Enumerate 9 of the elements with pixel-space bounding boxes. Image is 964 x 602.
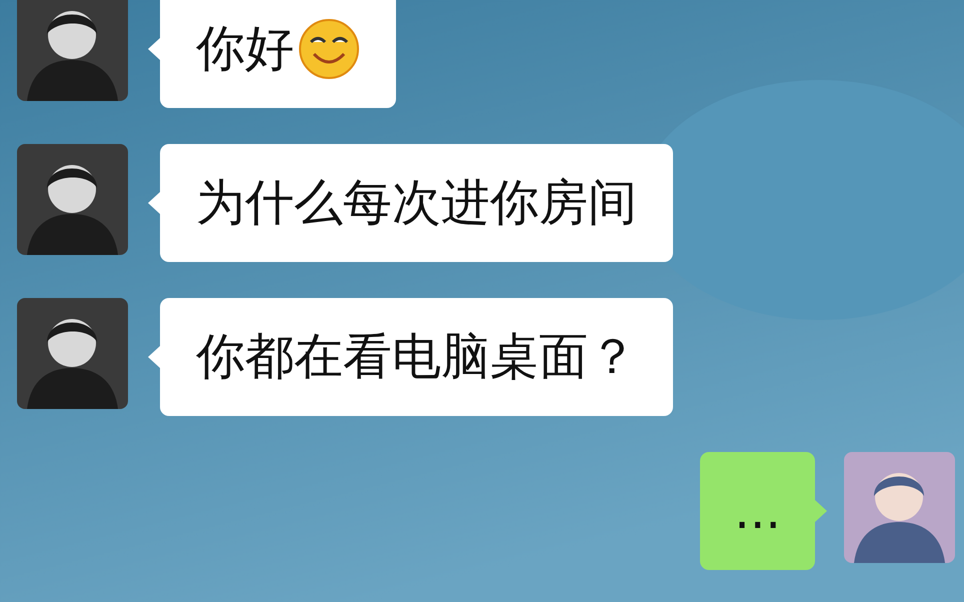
bubble-tail (148, 192, 160, 214)
message-bubble: ... (700, 452, 815, 570)
bubble-tail (148, 346, 160, 368)
bubble-tail (148, 38, 160, 60)
bubble-tail (815, 500, 827, 522)
smiley-icon (298, 18, 360, 80)
message-bubble: 你好 (160, 0, 396, 108)
message-bubble: 为什么每次进你房间 (160, 144, 673, 262)
message-bubble: 你都在看电脑桌面？ (160, 298, 673, 416)
